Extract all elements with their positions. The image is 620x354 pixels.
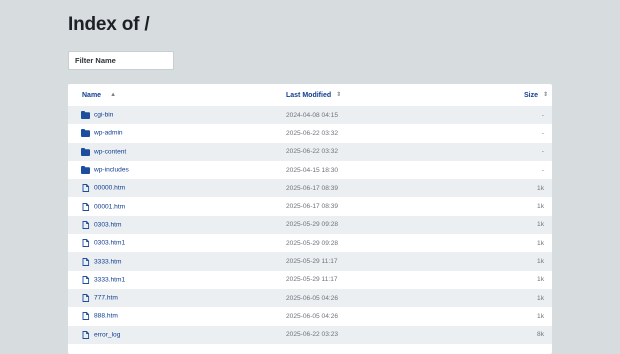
file-rows: cgi-bin 2024-04-08 04:15 - wp-admin 2025-06-… <box>68 106 552 344</box>
size-cell: 1k <box>537 276 544 284</box>
name-cell: wp-content <box>68 143 286 161</box>
file-listing: Name ▲ Last Modified ⇕ Size ⇕ cgi-bin 2024-0… <box>68 84 552 354</box>
table-row: cgi-bin 2024-04-08 04:15 - <box>68 106 552 125</box>
size-cell: 1k <box>537 184 544 192</box>
name-cell: 888.htm <box>68 307 286 325</box>
name-column-header[interactable]: Name ▲ <box>68 84 286 106</box>
name-cell: 777.htm <box>68 289 286 307</box>
last-modified-header-label[interactable]: Last Modified <box>286 92 331 99</box>
size-cell: 1k <box>537 258 544 266</box>
table-row: wp-includes 2025-04-15 18:30 - <box>68 160 552 180</box>
size-cell: 1k <box>537 239 544 247</box>
table-header-row: Name ▲ Last Modified ⇕ Size ⇕ <box>68 84 552 106</box>
last-modified-cell: 2025-06-05 04:26 <box>286 294 339 302</box>
table-row: 00000.htm 2025-06-17 08:39 1k <box>68 179 552 198</box>
folder-icon <box>81 147 90 156</box>
entry-link[interactable]: 0303.htm1 <box>94 240 125 247</box>
entry-link[interactable]: 777.htm <box>94 295 118 302</box>
file-icon <box>81 257 90 266</box>
table-row: 3333.htm1 2025-05-29 11:17 1k <box>68 270 552 289</box>
name-cell: 00000.htm <box>68 179 286 197</box>
table-row: error_log 2025-06-22 03:23 8k <box>68 325 552 344</box>
filter-name-input[interactable] <box>68 51 174 70</box>
file-icon <box>81 294 90 303</box>
entry-link[interactable]: error_log <box>94 331 120 338</box>
table-row: wp-content 2025-06-22 03:32 - <box>68 142 552 161</box>
name-cell: wp-includes <box>68 161 286 179</box>
table-row: 3333.htm 2025-05-29 11:17 1k <box>68 252 552 271</box>
file-icon <box>81 275 90 284</box>
table-row: 0303.htm 2025-05-29 09:28 1k <box>68 215 552 235</box>
size-header-label[interactable]: Size <box>524 92 538 99</box>
name-cell: wp-admin <box>68 124 286 142</box>
sort-icon[interactable]: ⇕ <box>336 92 341 98</box>
size-cell: - <box>541 148 544 156</box>
entry-link[interactable]: 3333.htm <box>94 258 122 265</box>
name-cell: error_log <box>68 326 286 344</box>
name-cell: 0303.htm1 <box>68 234 286 252</box>
name-cell: 3333.htm <box>68 252 286 270</box>
entry-link[interactable]: 0303.htm <box>94 221 122 228</box>
size-cell: - <box>541 166 544 174</box>
name-cell: 0303.htm <box>68 216 286 234</box>
last-modified-cell: 2025-05-29 11:17 <box>286 258 338 266</box>
last-modified-cell: 2025-04-15 18:30 <box>286 166 339 174</box>
folder-icon <box>81 111 90 120</box>
name-cell: 00001.htm <box>68 197 286 215</box>
sort-icon[interactable]: ⇕ <box>543 92 548 98</box>
size-cell: 8k <box>537 331 544 339</box>
file-table: Name ▲ Last Modified ⇕ Size ⇕ cgi-bin 2024-0… <box>68 84 552 344</box>
folder-icon <box>81 166 90 175</box>
last-modified-cell: 2025-06-17 08:39 <box>286 184 339 192</box>
entry-link[interactable]: cgi-bin <box>94 112 113 119</box>
last-modified-cell: 2025-06-22 03:32 <box>286 129 339 137</box>
size-cell: 1k <box>537 203 544 211</box>
size-cell: - <box>541 111 544 119</box>
file-icon <box>81 220 90 229</box>
entry-link[interactable]: 00001.htm <box>94 203 125 210</box>
table-row: wp-admin 2025-06-22 03:32 - <box>68 124 552 143</box>
last-modified-cell: 2025-06-17 08:39 <box>286 203 339 211</box>
size-cell: 1k <box>537 312 544 320</box>
table-row: 777.htm 2025-06-05 04:26 1k <box>68 288 552 308</box>
file-icon <box>81 239 90 248</box>
file-icon <box>81 202 90 211</box>
file-icon <box>81 330 90 339</box>
last-modified-cell: 2025-05-29 09:28 <box>286 221 339 229</box>
size-cell: 1k <box>537 294 544 302</box>
last-modified-cell: 2024-04-08 04:15 <box>286 111 339 119</box>
table-row: 888.htm 2025-06-05 04:26 1k <box>68 307 552 326</box>
ascending-sort-icon[interactable]: ▲ <box>110 92 116 98</box>
last-modified-cell: 2025-06-22 03:32 <box>286 148 339 156</box>
name-header-label[interactable]: Name <box>82 92 101 99</box>
entry-link[interactable]: wp-includes <box>94 167 129 174</box>
size-column-header[interactable]: Size ⇕ <box>466 84 552 106</box>
size-cell: - <box>541 129 544 137</box>
last-modified-cell: 2025-06-05 04:26 <box>286 312 339 320</box>
last-modified-cell: 2025-05-29 09:28 <box>286 239 339 247</box>
entry-link[interactable]: 3333.htm1 <box>94 276 125 283</box>
file-icon <box>81 312 90 321</box>
last-modified-cell: 2025-05-29 11:17 <box>286 276 338 284</box>
name-cell: cgi-bin <box>68 106 286 124</box>
last-modified-cell: 2025-06-22 03:23 <box>286 331 339 339</box>
entry-link[interactable]: wp-content <box>94 148 126 155</box>
last-modified-column-header[interactable]: Last Modified ⇕ <box>286 84 466 106</box>
name-cell: 3333.htm1 <box>68 271 286 289</box>
file-icon <box>81 184 90 193</box>
entry-link[interactable]: 888.htm <box>94 313 118 320</box>
entry-link[interactable]: wp-admin <box>94 130 123 137</box>
size-cell: 1k <box>537 221 544 229</box>
table-row: 00001.htm 2025-06-17 08:39 1k <box>68 197 552 216</box>
entry-link[interactable]: 00000.htm <box>94 185 125 192</box>
folder-icon <box>81 129 90 138</box>
page-title: Index of / <box>68 14 150 35</box>
table-row: 0303.htm1 2025-05-29 09:28 1k <box>68 234 552 253</box>
